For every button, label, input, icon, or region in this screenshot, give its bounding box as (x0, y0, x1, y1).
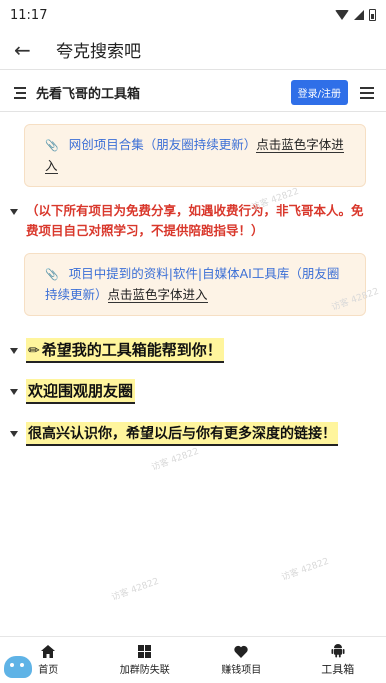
outline-list-icon[interactable] (14, 86, 30, 99)
nav-toolbox[interactable]: 工具箱 (290, 637, 386, 683)
back-arrow-icon[interactable]: ← (14, 38, 42, 62)
screen: 11:17 ← 夸克搜索吧 先看飞哥的工具箱 登录/注册 访客 42822 访客… (0, 0, 386, 683)
paperclip-icon: 📎 (45, 139, 59, 152)
login-button[interactable]: 登录/注册 (290, 80, 348, 105)
nav-money-projects[interactable]: 赚钱项目 (193, 637, 290, 683)
page-content: 访客 42822 访客 42822 访客 42822 访客 42822 访客 4… (0, 112, 386, 603)
paperclip-icon: 📎 (45, 268, 59, 281)
status-time: 11:17 (10, 7, 48, 23)
bottom-nav: 首页 加群防失联 赚钱项目 工具箱 (0, 636, 386, 683)
highlight-heading: ✏ 希望我的工具箱能帮到你！ (26, 338, 224, 363)
hamburger-menu-icon[interactable] (360, 86, 374, 99)
wifi-icon (335, 10, 349, 20)
site-title: 先看飞哥的工具箱 (36, 87, 141, 102)
pencil-icon: ✏ (28, 343, 40, 359)
watermark: 访客 42822 (280, 556, 331, 584)
mascot-avatar[interactable] (4, 656, 32, 678)
nav-label: 赚钱项目 (221, 665, 262, 676)
nav-join-group[interactable]: 加群防失联 (97, 637, 194, 683)
watermark: 访客 42822 (150, 446, 201, 474)
grid-icon (138, 644, 152, 658)
home-icon (41, 644, 56, 658)
battery-icon (369, 9, 376, 21)
free-notice-text: （以下所有项目为免费分享，如遇收费行为，非飞哥本人。免费项目自己对照学习，不提供… (26, 203, 364, 238)
highlight-heading: 欢迎围观朋友圈 (26, 379, 136, 404)
callout-hint: 点击蓝色字体进入 (107, 287, 208, 303)
callout-card: 📎 项目中提到的资料|软件|自媒体AI工具库（朋友圈持续更新）点击蓝色字体进入 (24, 253, 366, 316)
heart-icon (234, 644, 248, 658)
toggle-triangle-icon[interactable] (10, 347, 18, 354)
heading-text: 希望我的工具箱能帮到你！ (41, 341, 222, 359)
status-bar: 11:17 (0, 0, 386, 30)
notice-toggle[interactable]: （以下所有项目为免费分享，如遇收费行为，非飞哥本人。免费项目自己对照学习，不提供… (10, 201, 372, 241)
toggle-heading[interactable]: 很高兴认识你，希望以后与你有更多深度的链接！ (10, 422, 372, 446)
toggle-triangle-icon[interactable] (10, 209, 18, 215)
watermark: 访客 42822 (110, 576, 161, 604)
toggle-heading[interactable]: 欢迎围观朋友圈 (10, 379, 372, 404)
callout-card: 📎 网创项目合集（朋友圈持续更新）点击蓝色字体进入 (24, 124, 366, 187)
app-title: 夸克搜索吧 (56, 42, 141, 62)
site-header: 先看飞哥的工具箱 登录/注册 (0, 74, 386, 112)
toggle-triangle-icon[interactable] (10, 388, 18, 395)
toggle-heading[interactable]: ✏ 希望我的工具箱能帮到你！ (10, 338, 372, 363)
signal-icon (354, 10, 364, 20)
project-collection-link[interactable]: 网创项目合集（朋友圈持续更新） (69, 137, 257, 152)
nav-label: 工具箱 (321, 662, 355, 676)
highlight-heading: 很高兴认识你，希望以后与你有更多深度的链接！ (26, 422, 338, 446)
app-bar: ← 夸克搜索吧 (0, 30, 386, 70)
nav-label: 首页 (38, 665, 59, 676)
nav-label: 加群防失联 (119, 665, 170, 676)
toggle-triangle-icon[interactable] (10, 431, 18, 437)
android-icon (331, 644, 345, 658)
status-icons (335, 9, 376, 21)
